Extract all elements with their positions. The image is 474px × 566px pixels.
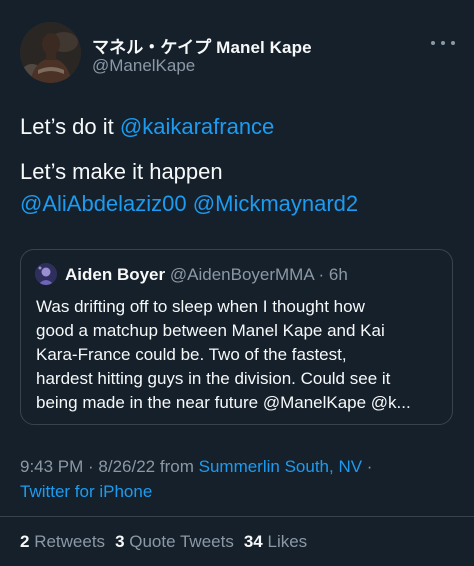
quoted-text-line: hardest hitting guys in the division. Co…	[36, 369, 391, 388]
quote-tweets-label: Quote Tweets	[124, 532, 234, 551]
more-dot	[451, 41, 455, 45]
tweet-source-link[interactable]: Twitter for iPhone	[20, 482, 152, 501]
more-dot	[431, 41, 435, 45]
tweet-detail: マネル・ケイプ Manel Kape @ManelKape Let’s do i…	[0, 0, 474, 566]
tweet-source-line: Twitter for iPhone	[20, 482, 152, 502]
quoted-text-line: being made in the near future @ManelKape…	[36, 393, 411, 412]
meta-from: from	[155, 457, 199, 476]
avatar-photo-icon	[35, 263, 57, 285]
tweet-text-line: Let’s make it happen	[20, 158, 223, 186]
likes-stat[interactable]: 34 Likes	[244, 532, 307, 551]
author-handle[interactable]: @ManelKape	[92, 56, 195, 76]
quoted-author-avatar	[35, 263, 57, 285]
meta-separator: ·	[362, 457, 373, 476]
author-display-name[interactable]: マネル・ケイプ Manel Kape	[92, 33, 312, 58]
divider	[0, 516, 474, 517]
tweet-location-link[interactable]: Summerlin South, NV	[199, 457, 362, 476]
mention-kaikarafrance[interactable]: @kaikarafrance	[120, 114, 274, 139]
quoted-time: 6h	[328, 265, 348, 284]
tweet-metadata: 9:43 PM · 8/26/22 from Summerlin South, …	[20, 457, 372, 477]
tweet-text-line: Let’s do it @kaikarafrance	[20, 113, 274, 141]
tweet-text: Let’s do it	[20, 114, 120, 139]
likes-count: 34	[243, 532, 263, 551]
more-options-icon[interactable]	[431, 35, 455, 51]
likes-label: Likes	[262, 532, 308, 551]
avatar-photo-icon	[20, 22, 81, 83]
author-avatar[interactable]	[20, 22, 81, 83]
mention-mickmaynard[interactable]: @Mickmaynard2	[193, 191, 358, 216]
quoted-text-line: good a matchup between Manel Kape and Ka…	[36, 321, 385, 340]
quote-tweets-count: 3	[115, 532, 125, 551]
mention-aliabdelaziz[interactable]: @AliAbdelaziz00	[20, 191, 187, 216]
quoted-text-line: Was drifting off to sleep when I thought…	[36, 297, 365, 316]
retweets-stat[interactable]: 2 Retweets	[20, 532, 105, 551]
quoted-tweet[interactable]: Aiden Boyer @AidenBoyerMMA · 6h Was drif…	[20, 249, 453, 425]
more-dot	[441, 41, 445, 45]
quoted-header: Aiden Boyer @AidenBoyerMMA · 6h	[65, 265, 348, 285]
tweet-text: Let’s make it happen	[20, 159, 223, 184]
quoted-text-line: Kara-France could be. Two of the fastest…	[36, 345, 347, 364]
tweet-date[interactable]: 8/26/22	[98, 457, 155, 476]
tweet-time[interactable]: 9:43 PM	[20, 457, 83, 476]
tweet-text-line: @AliAbdelaziz00 @Mickmaynard2	[20, 190, 358, 218]
quoted-handle: @AidenBoyerMMA	[169, 265, 314, 284]
quoted-separator: ·	[313, 265, 329, 284]
quoted-text: Was drifting off to sleep when I thought…	[36, 295, 446, 415]
quoted-display-name: Aiden Boyer	[65, 265, 166, 284]
meta-separator: ·	[83, 457, 99, 476]
engagement-stats: 2 Retweets 3 Quote Tweets 34 Likes	[20, 532, 317, 552]
quote-tweets-stat[interactable]: 3 Quote Tweets	[115, 532, 234, 551]
retweets-label: Retweets	[29, 532, 106, 551]
